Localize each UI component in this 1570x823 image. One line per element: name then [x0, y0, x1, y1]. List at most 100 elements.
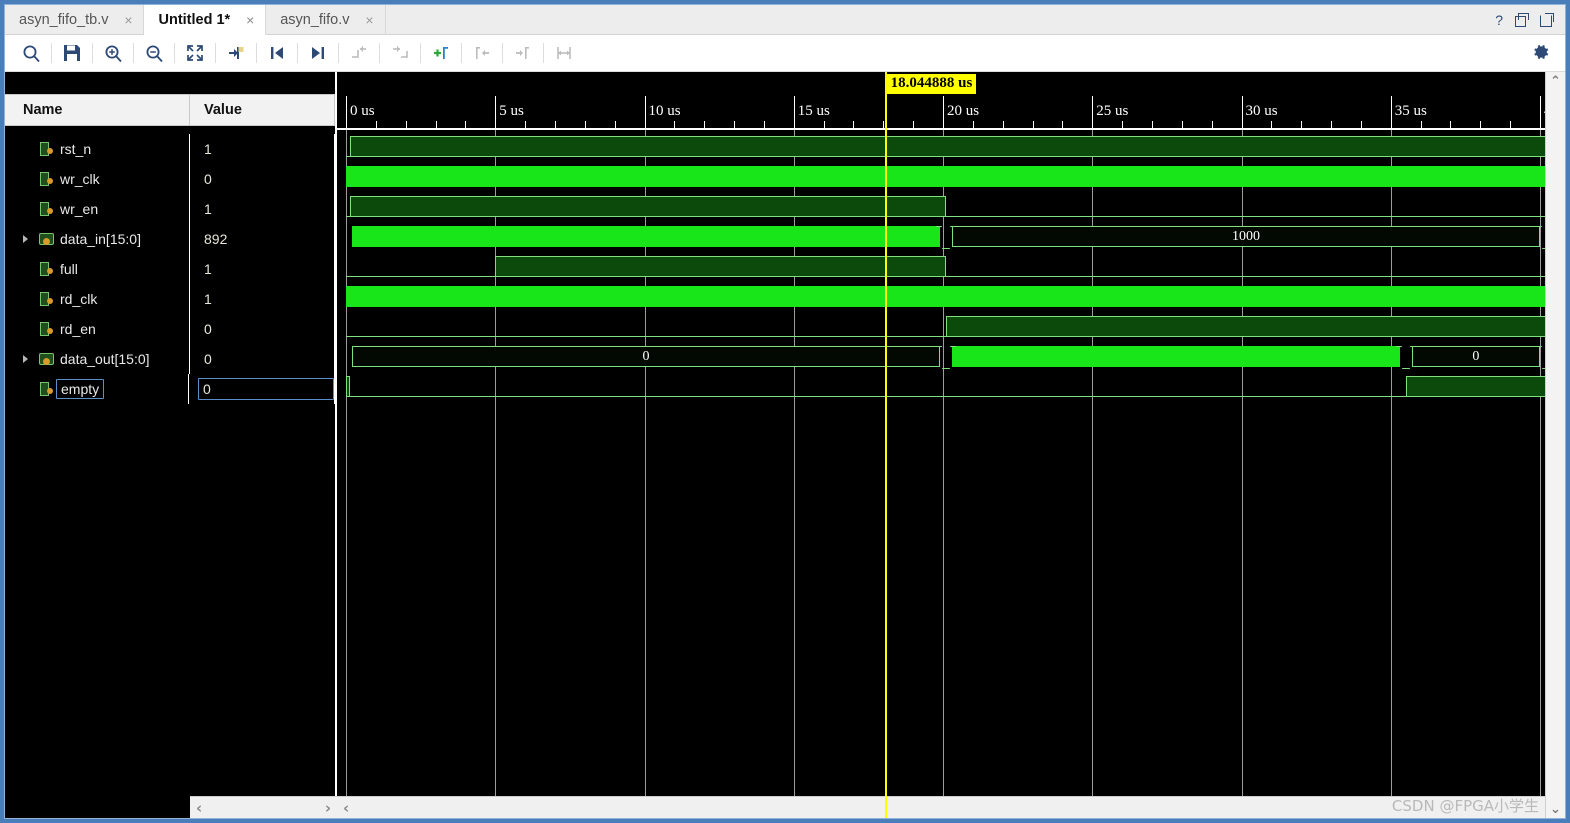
- waveform-track[interactable]: 00: [337, 343, 1565, 373]
- help-icon[interactable]: ?: [1495, 13, 1503, 27]
- signal-value-cell[interactable]: 1: [190, 194, 335, 224]
- signal-name-cell-wr-en[interactable]: wr_en: [5, 194, 190, 224]
- save-icon[interactable]: [56, 38, 88, 68]
- waveform-canvas[interactable]: 1000 0 0: [337, 130, 1565, 818]
- ruler-label: 30 us: [1245, 103, 1278, 119]
- ruler-minor-tick: [1181, 121, 1183, 128]
- signal-value-cell[interactable]: 0: [189, 374, 335, 404]
- signal-name-cell-rd-clk[interactable]: rd_clk: [5, 284, 190, 314]
- window-controls: ?: [1483, 5, 1565, 34]
- toolbar-separator: [461, 43, 462, 63]
- signal-value-cell[interactable]: 0: [190, 164, 335, 194]
- signal-value-label: 1: [204, 141, 212, 157]
- signal-row[interactable]: wr_clk 0: [5, 164, 335, 194]
- ruler-minor-tick: [734, 121, 736, 128]
- toolbar-separator: [297, 43, 298, 63]
- add-divider-icon[interactable]: [425, 38, 457, 68]
- scroll-down-arrow[interactable]: ⌄: [1550, 800, 1561, 818]
- name-column-header[interactable]: Name: [5, 95, 190, 125]
- signal-name-cell-data-in-15-0-[interactable]: data_in[15:0]: [5, 224, 190, 254]
- add-marker-icon[interactable]: [220, 38, 252, 68]
- waveform-track[interactable]: [337, 283, 1565, 313]
- scroll-left-arrow[interactable]: ‹: [196, 799, 202, 817]
- next-transition-icon[interactable]: [302, 38, 334, 68]
- waveform-low-segment: [349, 396, 1406, 397]
- waveform-track[interactable]: [337, 313, 1565, 343]
- tab-close-icon[interactable]: ×: [122, 13, 134, 27]
- search-icon[interactable]: [15, 38, 47, 68]
- waveform-track[interactable]: [337, 133, 1565, 163]
- tab-bar: asyn_fifo_tb.v × Untitled 1* × asyn_fifo…: [5, 5, 1565, 35]
- tab-untitled-1[interactable]: Untitled 1* ×: [144, 5, 267, 35]
- scroll-up-arrow[interactable]: ⌃: [1550, 72, 1561, 90]
- waveform-track[interactable]: [337, 163, 1565, 193]
- value-column-header[interactable]: Value: [190, 95, 335, 125]
- waveform-track[interactable]: 1000: [337, 223, 1565, 253]
- restore-window-icon[interactable]: [1515, 13, 1529, 27]
- open-external-icon[interactable]: [1540, 13, 1554, 27]
- signal-value-cell[interactable]: 1: [190, 254, 335, 284]
- zoom-out-icon[interactable]: [138, 38, 170, 68]
- signal-value-cell[interactable]: 1: [190, 284, 335, 314]
- settings-gear-icon[interactable]: [1531, 42, 1565, 65]
- chevron-right-icon[interactable]: [21, 353, 31, 365]
- signal-name-label: empty: [56, 379, 105, 399]
- time-ruler[interactable]: 0 us5 us10 us15 us20 us25 us30 us35 us4: [337, 94, 1565, 130]
- waveform-vertical-scrollbar[interactable]: ⌃ ⌄: [1545, 72, 1565, 818]
- marker-right-icon: [507, 38, 539, 68]
- toolbar-separator: [133, 43, 134, 63]
- zoom-in-icon[interactable]: [97, 38, 129, 68]
- ruler-minor-tick: [853, 121, 855, 128]
- signal-name-cell-rst-n[interactable]: rst_n: [5, 134, 190, 164]
- signal-name-cell-data-out-15-0-[interactable]: data_out[15:0]: [5, 344, 190, 374]
- previous-transition-icon[interactable]: [261, 38, 293, 68]
- name-pane-horizontal-scrollbar[interactable]: ‹ ›: [190, 796, 337, 818]
- signal-row[interactable]: data_out[15:0] 0: [5, 344, 335, 374]
- ruler-label: 0 us: [350, 103, 375, 119]
- ruler-label: 35 us: [1394, 103, 1427, 119]
- waveform-low-segment: [945, 276, 1546, 277]
- signal-row[interactable]: rd_clk 1: [5, 284, 335, 314]
- signal-row[interactable]: rst_n 1: [5, 134, 335, 164]
- toolbar-separator: [51, 43, 52, 63]
- zoom-fit-icon[interactable]: [179, 38, 211, 68]
- signal-row[interactable]: wr_en 1: [5, 194, 335, 224]
- ruler-minor-tick: [823, 121, 825, 128]
- tab-label: asyn_fifo_tb.v: [19, 12, 109, 28]
- tab-asyn-fifo[interactable]: asyn_fifo.v ×: [266, 5, 386, 35]
- measure-icon: [548, 38, 580, 68]
- chevron-right-icon[interactable]: [21, 233, 31, 245]
- signal-row[interactable]: rd_en 0: [5, 314, 335, 344]
- signal-row[interactable]: empty 0: [5, 374, 335, 404]
- signal-name-cell-wr-clk[interactable]: wr_clk: [5, 164, 190, 194]
- ruler-minor-tick: [525, 121, 527, 128]
- signal-value-cell[interactable]: 892: [190, 224, 335, 254]
- waveform-horizontal-scrollbar[interactable]: ‹: [337, 796, 1565, 818]
- signal-name-label: rd_clk: [60, 291, 98, 307]
- waveform-track[interactable]: [337, 373, 1565, 403]
- scroll-left-arrow[interactable]: ‹: [343, 799, 349, 817]
- waveform-track[interactable]: [337, 253, 1565, 283]
- signal-name-cell-rd-en[interactable]: rd_en: [5, 314, 190, 344]
- bit-signal-icon: [40, 141, 53, 157]
- signal-value-cell[interactable]: 0: [190, 314, 335, 344]
- ruler-label: 10 us: [648, 103, 681, 119]
- signal-row[interactable]: full 1: [5, 254, 335, 284]
- bit-signal-icon: [40, 291, 53, 307]
- ruler-minor-tick: [704, 121, 706, 128]
- signal-name-cell-empty[interactable]: empty: [5, 374, 189, 404]
- waveform-low-segment: [945, 216, 1546, 217]
- waveform-cursor-line[interactable]: [884, 130, 887, 818]
- signal-row[interactable]: data_in[15:0] 892: [5, 224, 335, 254]
- scroll-right-arrow[interactable]: ›: [325, 799, 331, 817]
- signal-value-cell[interactable]: 1: [190, 134, 335, 164]
- tab-asyn-fifo-tb[interactable]: asyn_fifo_tb.v ×: [5, 5, 145, 35]
- tab-close-icon[interactable]: ×: [364, 13, 376, 27]
- signal-value-label: 1: [204, 201, 212, 217]
- cursor-time-flag[interactable]: 18.044888 us: [886, 74, 977, 94]
- toolbar-separator: [543, 43, 544, 63]
- waveform-track[interactable]: [337, 193, 1565, 223]
- signal-name-cell-full[interactable]: full: [5, 254, 190, 284]
- signal-value-cell[interactable]: 0: [190, 344, 335, 374]
- tab-close-icon[interactable]: ×: [244, 13, 256, 27]
